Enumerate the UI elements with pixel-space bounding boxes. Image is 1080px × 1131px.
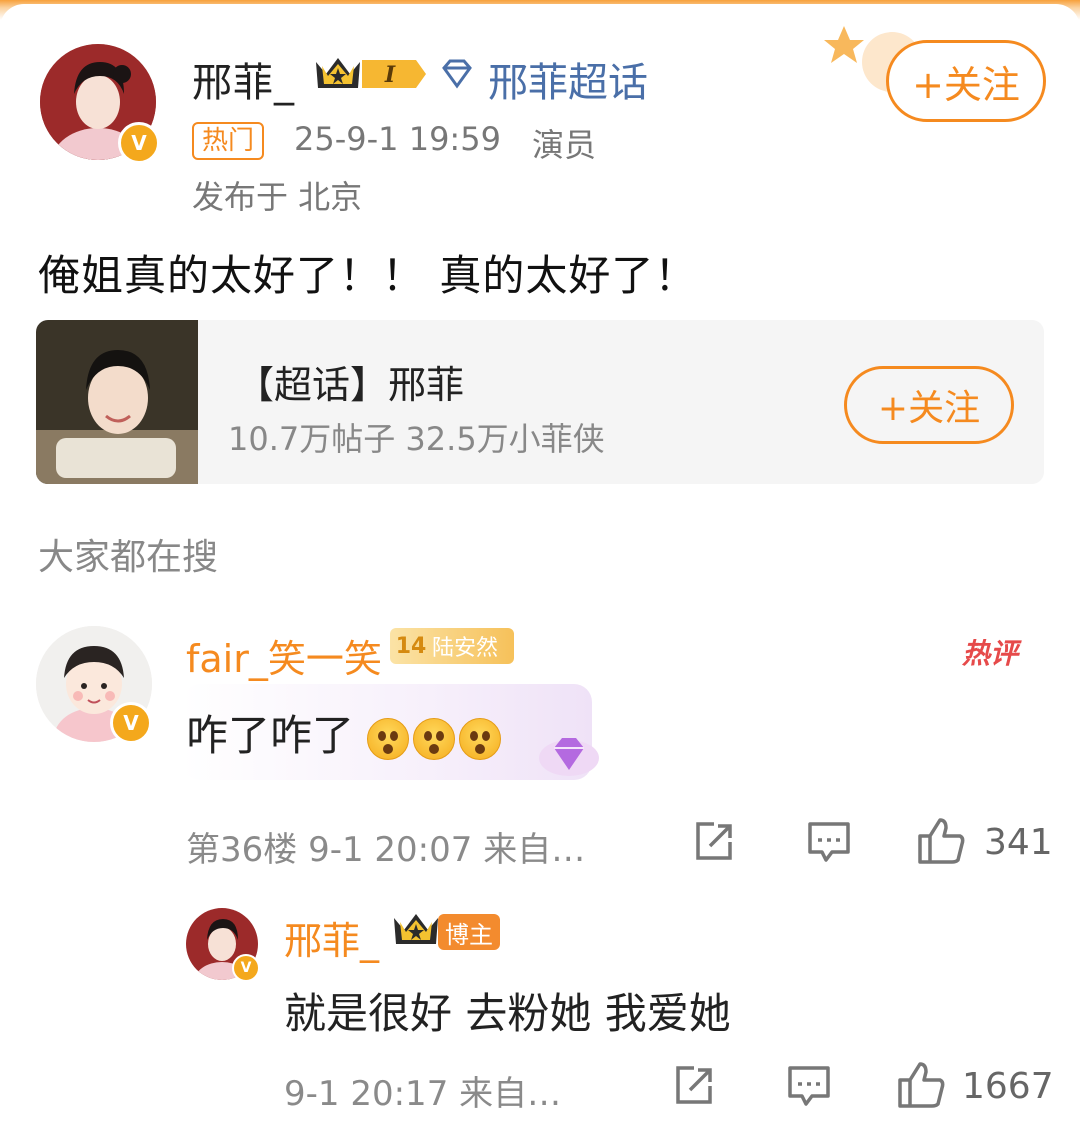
blogger-badge: 博主: [438, 914, 500, 950]
comment-like-count: 341: [984, 822, 1053, 863]
reply-verified-icon: V: [232, 954, 260, 982]
reply-like-count: 1667: [962, 1066, 1054, 1107]
author-role: 演员: [532, 126, 597, 164]
topic-card-stats: 10.7万帖子 32.5万小菲侠: [228, 420, 605, 458]
commenter-verified-icon: V: [110, 702, 152, 744]
fan-group-name: 陆安然: [432, 636, 499, 661]
super-topic-card[interactable]: 【超话】邢菲 10.7万帖子 32.5万小菲侠 +关注: [36, 320, 1044, 484]
shocked-emoji-icon: [367, 717, 410, 760]
commenter-name[interactable]: fair_笑一笑: [186, 628, 382, 683]
shocked-emoji-icon: [459, 717, 502, 760]
post-timestamp: 25-9-1 19:59: [294, 120, 501, 158]
super-topic-icon: [438, 58, 476, 92]
follow-author-button[interactable]: +关注: [886, 40, 1046, 122]
verified-badge-icon: V: [118, 122, 160, 164]
fan-group-badge[interactable]: 14 陆安然: [390, 628, 514, 664]
reply-text: 就是很好 去粉她 我爱她: [284, 989, 731, 1038]
fan-heart-icon: 14: [395, 633, 427, 659]
topic-card-title: 【超话】邢菲: [236, 363, 465, 407]
hot-comment-tag: 热评: [962, 637, 1019, 670]
follow-topic-button[interactable]: +关注: [844, 366, 1014, 444]
like-icon[interactable]: [916, 816, 966, 866]
reply-share-icon[interactable]: [672, 1064, 716, 1108]
reply-meta: 9-1 20:17 来自…: [284, 1074, 562, 1114]
vip-crown-icon: I: [312, 52, 428, 96]
hot-tag: 热门: [192, 122, 265, 160]
topic-cover-image: [36, 320, 198, 484]
vip-level-text: I: [384, 62, 396, 88]
comment-meta: 第36楼 9-1 20:07 来自…: [186, 830, 586, 870]
reply-comment-icon[interactable]: [786, 1064, 832, 1108]
share-icon[interactable]: [692, 820, 736, 864]
author-name[interactable]: 邢菲_: [192, 50, 295, 108]
trending-search-title: 大家都在搜: [38, 537, 219, 578]
reply-comment-icon[interactable]: [806, 820, 852, 864]
post-body-text: 俺姐真的太好了！！ 真的太好了！: [38, 251, 698, 300]
super-topic-link[interactable]: 邢菲超话: [488, 50, 648, 108]
gem-decoration-icon: [534, 724, 604, 784]
reply-like-icon[interactable]: [896, 1060, 946, 1110]
post-location: 发布于 北京: [192, 178, 363, 216]
comment-text: 咋了咋了: [186, 702, 505, 763]
shocked-emoji-icon: [413, 717, 456, 760]
reply-author-name[interactable]: 邢菲_: [284, 910, 379, 965]
reply-crown-icon: [390, 908, 442, 950]
